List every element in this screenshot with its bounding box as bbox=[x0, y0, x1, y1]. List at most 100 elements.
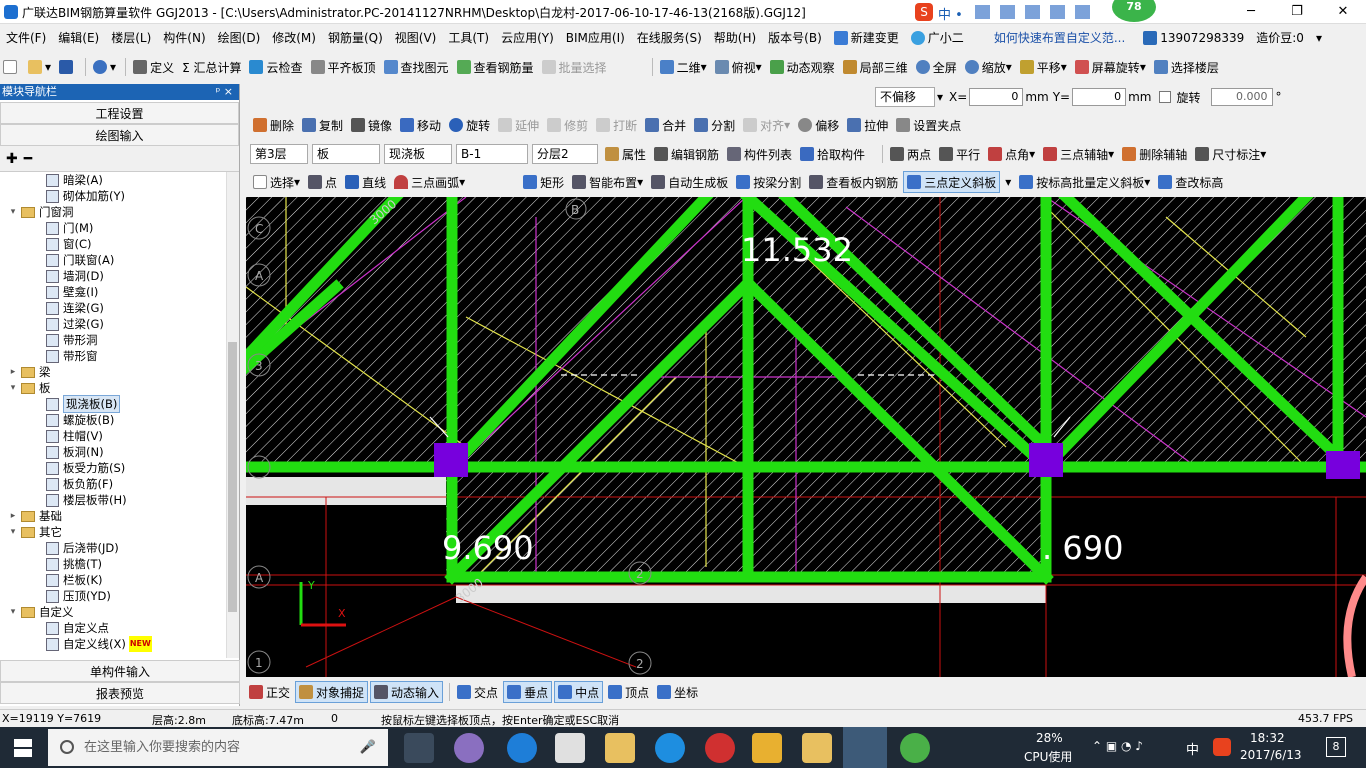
extend-button[interactable]: 延伸 bbox=[495, 114, 542, 136]
sogou-ime-icon[interactable]: S bbox=[915, 3, 933, 21]
cloud-check-button[interactable]: 云检查 bbox=[246, 56, 305, 78]
tree-item-28[interactable]: 自定义点 bbox=[0, 620, 226, 636]
slope-options-arrow[interactable]: ▾ bbox=[1002, 171, 1014, 193]
menu-help[interactable]: 帮助(H) bbox=[708, 27, 762, 49]
microphone-icon[interactable]: 🎤 bbox=[360, 729, 376, 766]
fullscreen-button[interactable]: 全屏 bbox=[913, 56, 960, 78]
tree-item-24[interactable]: 挑檐(T) bbox=[0, 556, 226, 572]
glodon-app-icon[interactable] bbox=[802, 733, 832, 763]
align-button[interactable]: 对齐 ▾ bbox=[740, 114, 793, 136]
green-app-icon[interactable] bbox=[900, 733, 930, 763]
menu-file[interactable]: 文件(F) bbox=[0, 27, 52, 49]
menu-assistant[interactable]: 广小二 bbox=[905, 27, 970, 49]
menu-tools[interactable]: 工具(T) bbox=[442, 27, 495, 49]
collapse-icon[interactable]: ▾ bbox=[8, 380, 18, 396]
tray-icons[interactable]: ⌃ ▣ ◔ ♪ bbox=[1092, 739, 1143, 753]
column[interactable] bbox=[1326, 451, 1360, 479]
menu-online[interactable]: 在线服务(S) bbox=[631, 27, 708, 49]
menu-modify[interactable]: 修改(M) bbox=[266, 27, 322, 49]
ime-status[interactable]: 中 • bbox=[938, 4, 963, 23]
screen-rotate-button[interactable]: 屏幕旋转 ▾ bbox=[1072, 56, 1149, 78]
midpoint-snap[interactable]: 中点 bbox=[554, 681, 604, 703]
object-snap-toggle[interactable]: 对象捕捉 bbox=[295, 681, 369, 703]
mirror-button[interactable]: 镜像 bbox=[348, 114, 395, 136]
menu-version[interactable]: 版本号(B) bbox=[762, 27, 828, 49]
tree-item-20[interactable]: 楼层板带(H) bbox=[0, 492, 226, 508]
edge-icon[interactable] bbox=[507, 733, 537, 763]
collapse-all-icon[interactable]: ━ bbox=[24, 151, 32, 167]
vertex-snap[interactable]: 顶点 bbox=[605, 681, 652, 703]
line-button[interactable]: 直线 bbox=[342, 171, 389, 193]
view-rebar-qty-button[interactable]: 查看钢筋量 bbox=[454, 56, 537, 78]
ggj-active-icon[interactable] bbox=[843, 727, 887, 768]
split-by-beam-button[interactable]: 按梁分割 bbox=[733, 171, 804, 193]
store-icon[interactable] bbox=[555, 733, 585, 763]
collapse-icon[interactable]: ▾ bbox=[8, 524, 18, 540]
windows-start-icon[interactable] bbox=[14, 739, 32, 757]
pick-component-button[interactable]: 拾取构件 bbox=[797, 143, 868, 165]
tree-item-27[interactable]: ▾ 自定义 bbox=[0, 604, 226, 620]
tree-item-18[interactable]: 板受力筋(S) bbox=[0, 460, 226, 476]
two-point-axis-button[interactable]: 两点 bbox=[887, 143, 934, 165]
column[interactable] bbox=[1029, 443, 1063, 477]
dimension-button[interactable]: 尺寸标注 ▾ bbox=[1192, 143, 1269, 165]
ortho-toggle[interactable]: 正交 bbox=[246, 681, 293, 703]
smart-layout-button[interactable]: 智能布置 ▾ bbox=[569, 171, 646, 193]
rectangle-button[interactable]: 矩形 bbox=[520, 171, 567, 193]
check-elevation-button[interactable]: 查改标高 bbox=[1155, 171, 1226, 193]
dynamic-view-button[interactable]: 动态观察 bbox=[767, 56, 838, 78]
undo-button[interactable]: ▾ bbox=[90, 56, 119, 78]
floor-select[interactable]: 第3层 bbox=[250, 144, 308, 164]
intersection-snap[interactable]: 交点 bbox=[454, 681, 501, 703]
three-point-arc-button[interactable]: 三点画弧 ▾ bbox=[391, 171, 468, 193]
find-element-button[interactable]: 查找图元 bbox=[381, 56, 452, 78]
x-offset-input[interactable]: 0 bbox=[969, 88, 1024, 106]
tree-item-6[interactable]: 墙洞(D) bbox=[0, 268, 226, 284]
score-badge[interactable]: 78 bbox=[1112, 0, 1156, 22]
menu-view[interactable]: 视图(V) bbox=[389, 27, 443, 49]
menu-cloud[interactable]: 云应用(Y) bbox=[495, 27, 560, 49]
tree-item-13[interactable]: ▾ 板 bbox=[0, 380, 226, 396]
component-list-button[interactable]: 构件列表 bbox=[724, 143, 795, 165]
coordinate-snap[interactable]: 坐标 bbox=[654, 681, 701, 703]
tree-item-10[interactable]: 带形洞 bbox=[0, 332, 226, 348]
move-button[interactable]: 移动 bbox=[397, 114, 444, 136]
new-file-button[interactable] bbox=[0, 56, 23, 78]
expand-icon[interactable]: ▸ bbox=[8, 508, 18, 524]
sogou-tray-icon[interactable] bbox=[1213, 738, 1231, 756]
tree-item-25[interactable]: 栏板(K) bbox=[0, 572, 226, 588]
report-preview-button[interactable]: 报表预览 bbox=[0, 682, 240, 704]
define-button[interactable]: 定义 bbox=[130, 56, 177, 78]
notes-app-icon[interactable] bbox=[752, 733, 782, 763]
explorer-icon[interactable] bbox=[605, 733, 635, 763]
local-3d-button[interactable]: 局部三维 bbox=[840, 56, 911, 78]
browser-icon[interactable] bbox=[454, 733, 484, 763]
tree-item-12[interactable]: ▸ 梁 bbox=[0, 364, 226, 380]
tree-item-9[interactable]: 过梁(G) bbox=[0, 316, 226, 332]
view-slab-rebar-button[interactable]: 查看板内钢筋 bbox=[806, 171, 901, 193]
clock-time[interactable]: 18:32 bbox=[1250, 731, 1285, 745]
drawing-svg[interactable]: 11.532 9.690 . 690 3000 3000 C A 3 B A 1… bbox=[246, 197, 1366, 677]
menu-floor[interactable]: 楼层(L) bbox=[105, 27, 157, 49]
glodon-red-icon[interactable] bbox=[705, 733, 735, 763]
split-button[interactable]: 分割 bbox=[691, 114, 738, 136]
open-file-button[interactable]: ▾ bbox=[25, 56, 54, 78]
tree-item-2[interactable]: ▾ 门窗洞 bbox=[0, 204, 226, 220]
offset-mode-arrow[interactable]: ▾ bbox=[937, 90, 943, 104]
tree-item-17[interactable]: 板洞(N) bbox=[0, 444, 226, 460]
zoom-button[interactable]: 缩放 ▾ bbox=[962, 56, 1015, 78]
tree-item-4[interactable]: 窗(C) bbox=[0, 236, 226, 252]
y-offset-input[interactable]: 0 bbox=[1072, 88, 1127, 106]
summary-calc-button[interactable]: Σ 汇总计算 bbox=[179, 56, 244, 78]
tree-item-7[interactable]: 壁龛(I) bbox=[0, 284, 226, 300]
properties-button[interactable]: 属性 bbox=[602, 143, 649, 165]
tree-item-5[interactable]: 门联窗(A) bbox=[0, 252, 226, 268]
delete-button[interactable]: 删除 bbox=[250, 114, 297, 136]
three-point-slope-button[interactable]: 三点定义斜板 bbox=[903, 171, 1001, 193]
menu-new-change[interactable]: 新建变更 bbox=[828, 27, 905, 49]
tree-item-3[interactable]: 门(M) bbox=[0, 220, 226, 236]
parallel-axis-button[interactable]: 平行 bbox=[936, 143, 983, 165]
expand-icon[interactable]: ▸ bbox=[8, 364, 18, 380]
merge-button[interactable]: 合并 bbox=[642, 114, 689, 136]
component-name-select[interactable]: B-1 bbox=[456, 144, 528, 164]
